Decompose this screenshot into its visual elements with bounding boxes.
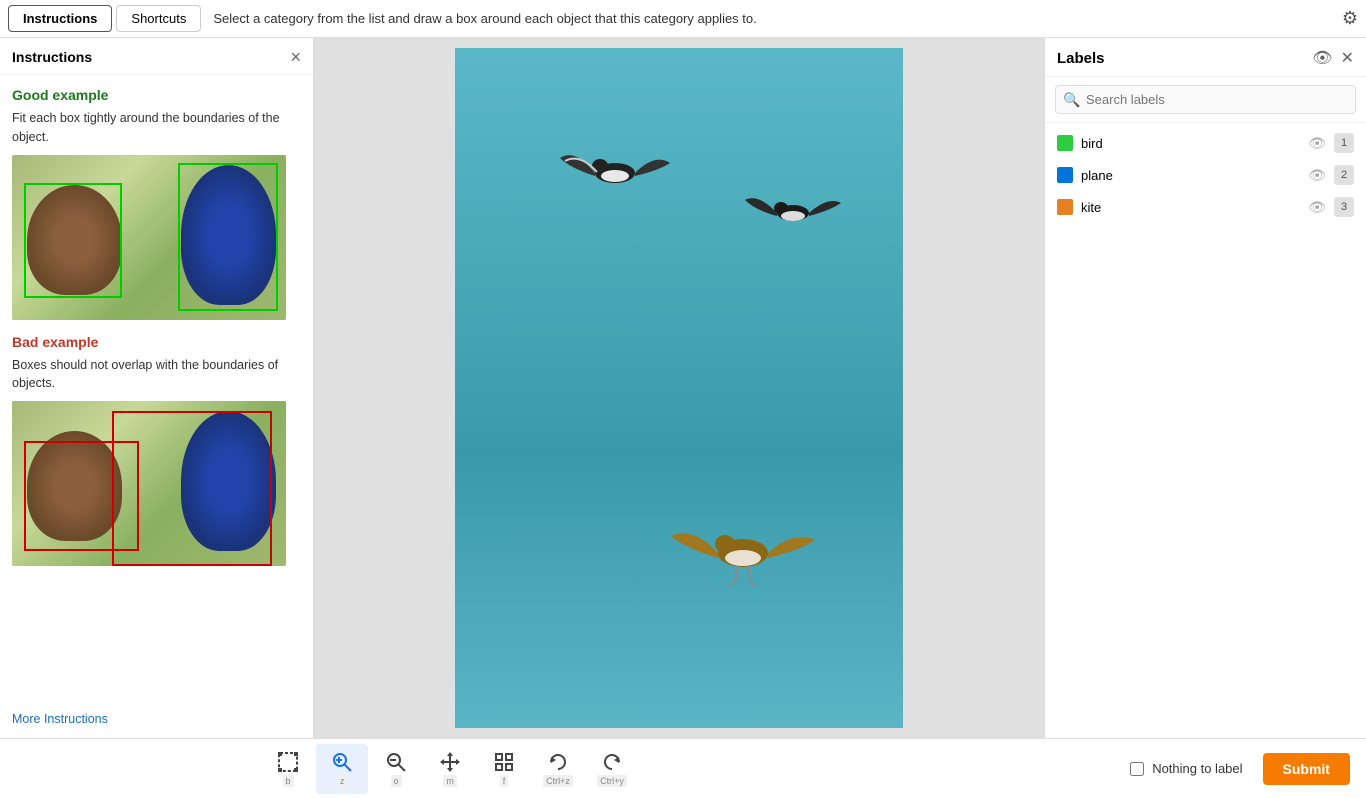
good-example-desc: Fit each box tightly around the boundari… — [12, 109, 301, 147]
seagull-1 — [555, 128, 675, 208]
labels-list: bird 👁 1 plane 👁 2 kite 👁 3 — [1045, 123, 1366, 738]
nothing-to-label-label[interactable]: Nothing to label — [1152, 761, 1242, 776]
label-number-plane: 2 — [1334, 165, 1354, 185]
good-box-right — [178, 163, 278, 311]
seagull-2 — [743, 178, 843, 238]
panel-body: Good example Fit each box tightly around… — [0, 75, 313, 703]
undo-shortcut: Ctrl+z — [543, 775, 573, 787]
move-shortcut: m — [443, 775, 457, 787]
zoom-out-tool-button[interactable]: o — [370, 744, 422, 794]
undo-icon — [547, 751, 569, 773]
redo-shortcut: Ctrl+y — [597, 775, 627, 787]
redo-icon — [601, 751, 623, 773]
toolbar-tools: b z o — [262, 744, 638, 794]
canvas-area[interactable] — [314, 38, 1044, 738]
image-container[interactable] — [455, 48, 903, 728]
labels-header-icons: 👁 ✕ — [1312, 48, 1354, 68]
gear-icon-button[interactable]: ⚙ — [1342, 8, 1358, 29]
bottom-toolbar: b z o — [0, 738, 1366, 798]
label-eye-kite[interactable]: 👁 — [1308, 199, 1326, 216]
search-labels-input[interactable] — [1055, 85, 1356, 114]
panel-header: Instructions × — [0, 38, 313, 75]
move-icon — [439, 751, 461, 773]
good-example-title: Good example — [12, 87, 301, 103]
label-eye-plane[interactable]: 👁 — [1308, 167, 1326, 184]
zoom-out-icon — [385, 751, 407, 773]
close-labels-panel-button[interactable]: ✕ — [1341, 48, 1354, 68]
redo-tool-button[interactable]: Ctrl+y — [586, 744, 638, 794]
good-box-left — [24, 183, 122, 298]
label-number-bird: 1 — [1334, 133, 1354, 153]
good-example-image — [12, 155, 286, 320]
search-icon: 🔍 — [1063, 91, 1080, 108]
panel-footer: More Instructions — [0, 703, 313, 738]
fit-shortcut: f — [500, 775, 509, 787]
bad-box-right — [112, 411, 272, 566]
eye-toggle-icon-button[interactable]: 👁 — [1312, 48, 1332, 68]
bounding-box-shortcut: b — [283, 775, 294, 787]
main-area: Instructions × Good example Fit each box… — [0, 38, 1366, 738]
top-bar: Instructions Shortcuts Select a category… — [0, 0, 1366, 38]
label-name-plane: plane — [1081, 168, 1300, 183]
label-eye-bird[interactable]: 👁 — [1308, 135, 1326, 152]
shortcuts-button[interactable]: Shortcuts — [116, 5, 201, 32]
label-name-kite: kite — [1081, 200, 1300, 215]
bad-example-desc: Boxes should not overlap with the bounda… — [12, 356, 301, 394]
panel-title: Instructions — [12, 49, 92, 65]
move-tool-button[interactable]: m — [424, 744, 476, 794]
label-name-bird: bird — [1081, 136, 1300, 151]
panel-close-button[interactable]: × — [290, 48, 301, 66]
bad-example-image-container — [12, 401, 301, 566]
label-item-kite[interactable]: kite 👁 3 — [1045, 191, 1366, 223]
instructions-panel: Instructions × Good example Fit each box… — [0, 38, 314, 738]
zoom-in-shortcut: z — [337, 775, 348, 787]
instructions-button[interactable]: Instructions — [8, 5, 112, 32]
bad-example-title: Bad example — [12, 334, 301, 350]
fit-icon — [493, 751, 515, 773]
instruction-text: Select a category from the list and draw… — [213, 11, 756, 26]
search-container: 🔍 — [1045, 77, 1366, 123]
label-item-plane[interactable]: plane 👁 2 — [1045, 159, 1366, 191]
labels-panel-header: Labels 👁 ✕ — [1045, 38, 1366, 77]
label-color-kite — [1057, 199, 1073, 215]
nothing-to-label-checkbox[interactable] — [1130, 762, 1144, 776]
submit-button[interactable]: Submit — [1263, 753, 1350, 785]
undo-tool-button[interactable]: Ctrl+z — [532, 744, 584, 794]
zoom-out-shortcut: o — [391, 775, 402, 787]
label-item-bird[interactable]: bird 👁 1 — [1045, 127, 1366, 159]
nothing-to-label-area: Nothing to label Submit — [1130, 753, 1350, 785]
bad-bird-scene — [12, 401, 286, 566]
zoom-in-icon — [331, 751, 353, 773]
fit-tool-button[interactable]: f — [478, 744, 530, 794]
good-bird-scene — [12, 155, 286, 320]
labels-title: Labels — [1057, 50, 1105, 67]
bounding-box-tool-button[interactable]: b — [262, 744, 314, 794]
bad-example-image — [12, 401, 286, 566]
zoom-in-tool-button[interactable]: z — [316, 744, 368, 794]
label-color-bird — [1057, 135, 1073, 151]
more-instructions-link[interactable]: More Instructions — [12, 712, 108, 726]
good-example-image-container — [12, 155, 301, 320]
main-image[interactable] — [455, 48, 903, 728]
seagull-3 — [663, 498, 823, 598]
labels-panel: Labels 👁 ✕ 🔍 bird 👁 1 plane 👁 2 kite 👁 — [1044, 38, 1366, 738]
label-color-plane — [1057, 167, 1073, 183]
label-number-kite: 3 — [1334, 197, 1354, 217]
bounding-box-icon — [277, 751, 299, 773]
